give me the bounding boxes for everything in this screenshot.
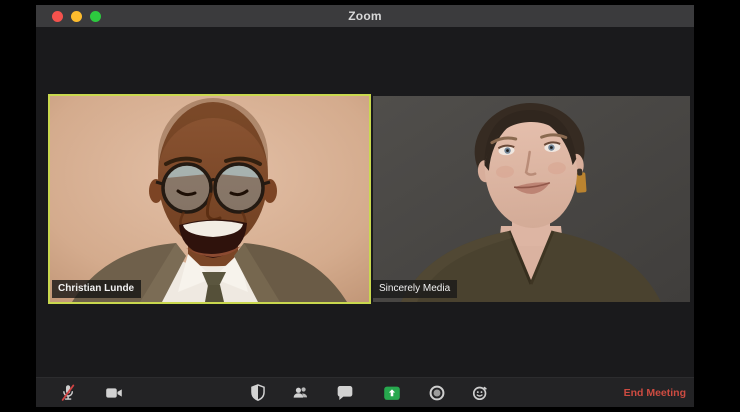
chat-button[interactable] — [332, 380, 358, 406]
minimize-button[interactable] — [71, 10, 82, 22]
meeting-toolbar: End Meeting — [36, 377, 694, 407]
video-tile-sincerely-media[interactable]: Sincerely Media — [373, 96, 690, 302]
share-screen-button[interactable] — [379, 380, 405, 406]
record-icon — [426, 382, 448, 404]
traffic-lights — [52, 5, 101, 27]
video-camera-icon — [103, 382, 125, 404]
video-tile-christian-lunde[interactable]: Christian Lunde — [48, 94, 371, 304]
titlebar[interactable]: Zoom — [36, 5, 694, 27]
participants-icon — [290, 382, 312, 404]
record-button[interactable] — [424, 380, 450, 406]
zoom-window: Zoom Christian Lunde Sincerely Media End… — [36, 5, 694, 407]
reactions-icon — [469, 382, 491, 404]
mute-button[interactable] — [55, 380, 81, 406]
participant-video-man — [50, 96, 369, 302]
reactions-button[interactable] — [467, 380, 493, 406]
close-button[interactable] — [52, 10, 63, 22]
participant-name-label: Christian Lunde — [52, 280, 142, 298]
participant-video-woman — [373, 96, 690, 302]
security-shield-icon — [247, 382, 269, 404]
window-title: Zoom — [348, 9, 382, 23]
participants-button[interactable] — [288, 380, 314, 406]
participant-name-label: Sincerely Media — [373, 280, 458, 298]
start-video-button[interactable] — [101, 380, 127, 406]
fullscreen-button[interactable] — [90, 10, 101, 22]
microphone-muted-icon — [57, 382, 79, 404]
share-screen-icon — [381, 382, 403, 404]
video-grid: Christian Lunde Sincerely Media — [36, 27, 694, 377]
end-meeting-button[interactable]: End Meeting — [624, 378, 686, 407]
security-button[interactable] — [245, 380, 271, 406]
chat-bubble-icon — [334, 382, 356, 404]
